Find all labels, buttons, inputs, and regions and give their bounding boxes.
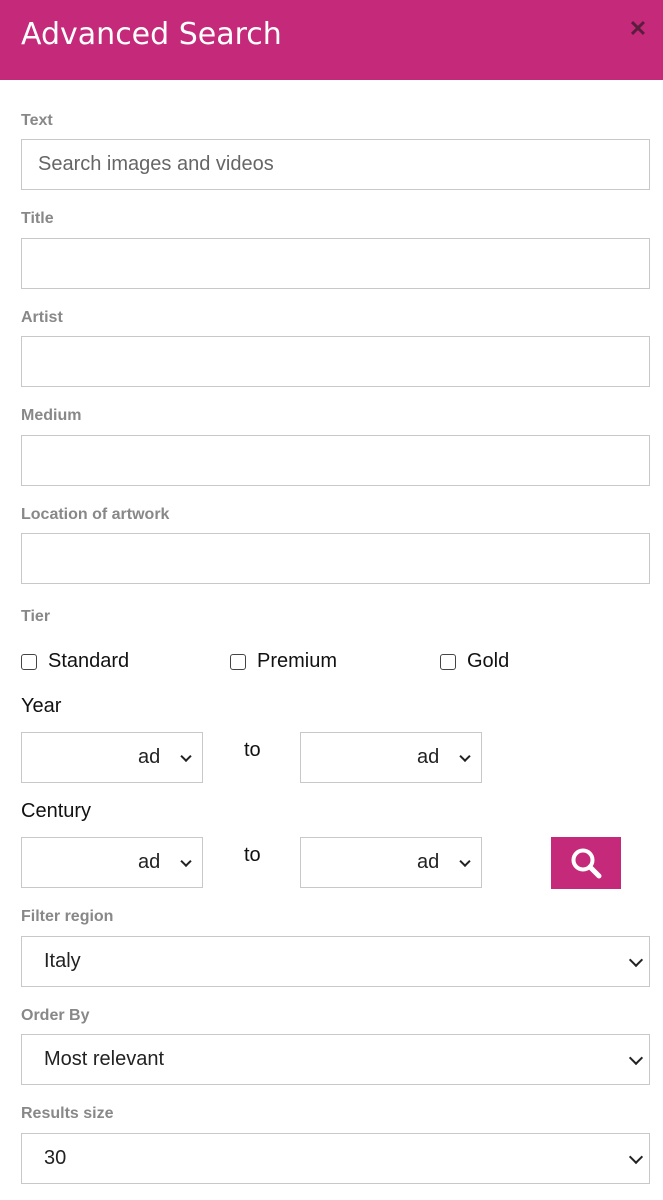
order-by-value: Most relevant xyxy=(44,1048,165,1070)
filter-region-select[interactable]: Italy xyxy=(21,936,650,987)
modal-title: Advanced Search xyxy=(21,17,282,52)
tier-label: Tier xyxy=(21,608,51,625)
medium-input[interactable] xyxy=(21,435,650,486)
order-by-label: Order By xyxy=(21,1007,90,1024)
results-size-select[interactable]: 30 xyxy=(21,1133,650,1184)
checkbox-icon[interactable] xyxy=(440,653,456,670)
tier-standard-checkbox[interactable]: Standard xyxy=(21,650,129,673)
chevron-down-icon xyxy=(180,750,192,762)
tier-standard-label: Standard xyxy=(48,650,130,672)
results-size-value: 30 xyxy=(44,1147,67,1169)
chevron-down-icon xyxy=(459,750,471,762)
year-to-era-select[interactable]: ad xyxy=(395,732,482,783)
chevron-down-icon xyxy=(628,1050,644,1065)
filter-region-label: Filter region xyxy=(21,908,114,925)
year-to-input[interactable] xyxy=(300,732,396,783)
checkbox-icon[interactable] xyxy=(230,653,246,670)
artist-input[interactable] xyxy=(21,336,650,387)
century-label: Century xyxy=(21,800,92,822)
tier-premium-label: Premium xyxy=(257,650,338,672)
year-from-input[interactable] xyxy=(21,732,117,783)
year-label: Year xyxy=(21,695,62,717)
tier-gold-checkbox[interactable]: Gold xyxy=(440,650,509,673)
close-icon[interactable]: ✕ xyxy=(627,18,649,40)
checkbox-icon[interactable] xyxy=(21,653,37,670)
modal-header: Advanced Search ✕ xyxy=(0,0,663,80)
title-label: Title xyxy=(21,210,54,227)
medium-label: Medium xyxy=(21,407,82,424)
century-to-input[interactable] xyxy=(300,837,396,888)
tier-premium-checkbox[interactable]: Premium xyxy=(230,650,337,673)
century-from-era-value: ad xyxy=(138,851,161,873)
century-from-input[interactable] xyxy=(21,837,117,888)
century-to-era-value: ad xyxy=(417,851,440,873)
year-to-era-value: ad xyxy=(417,746,440,768)
title-input[interactable] xyxy=(21,238,650,289)
search-icon xyxy=(571,848,602,879)
text-label: Text xyxy=(21,112,53,129)
year-from-era-select[interactable]: ad xyxy=(116,732,203,783)
chevron-down-icon xyxy=(459,855,471,867)
artist-label: Artist xyxy=(21,309,63,326)
chevron-down-icon xyxy=(180,855,192,867)
chevron-down-icon xyxy=(628,1149,644,1164)
location-input[interactable] xyxy=(21,533,650,584)
results-size-label: Results size xyxy=(21,1105,114,1122)
text-input[interactable] xyxy=(21,139,650,190)
search-button[interactable] xyxy=(551,837,621,889)
century-to-era-select[interactable]: ad xyxy=(395,837,482,888)
year-from-era-value: ad xyxy=(138,746,161,768)
chevron-down-icon xyxy=(628,952,644,967)
order-by-select[interactable]: Most relevant xyxy=(21,1034,650,1085)
tier-gold-label: Gold xyxy=(467,650,510,672)
year-to-label: to xyxy=(244,739,261,761)
century-to-label: to xyxy=(244,844,261,866)
century-from-era-select[interactable]: ad xyxy=(116,837,203,888)
filter-region-value: Italy xyxy=(44,950,81,972)
location-label: Location of artwork xyxy=(21,506,170,523)
